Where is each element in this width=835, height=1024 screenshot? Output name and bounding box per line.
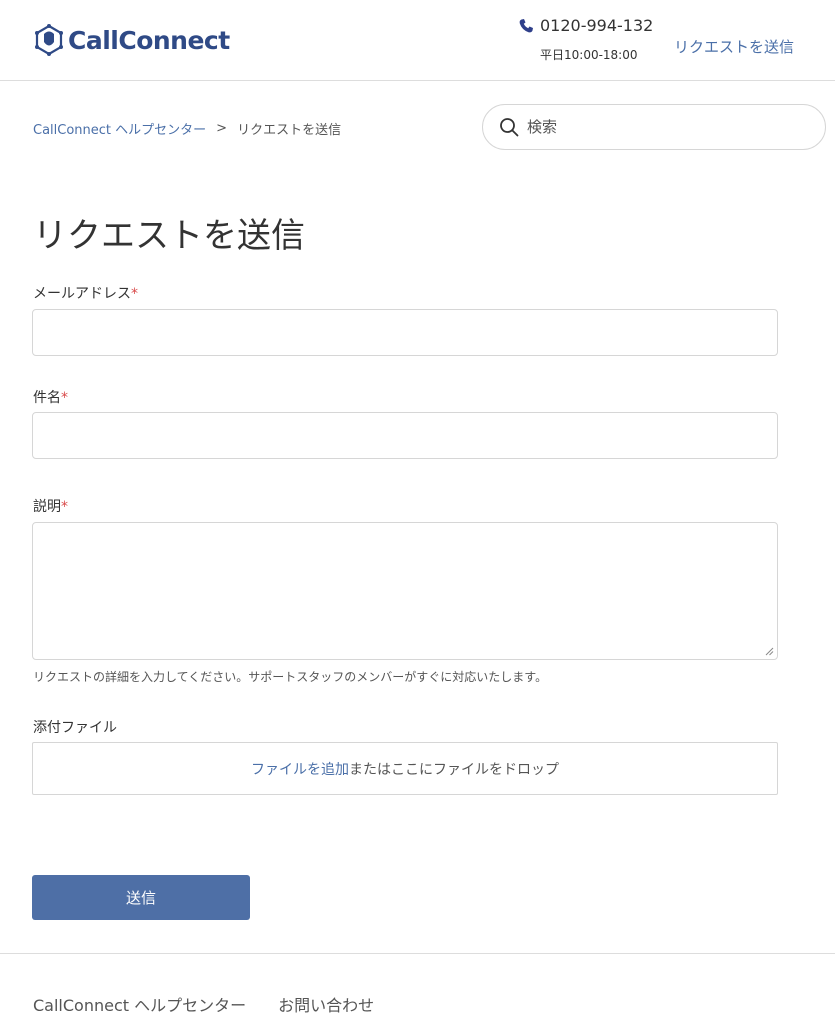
breadcrumb-current: リクエストを送信 bbox=[237, 123, 342, 138]
email-label-text: メールアドレス bbox=[33, 286, 131, 302]
description-hint: リクエストの詳細を入力してください。サポートスタッフのメンバーがすぐに対応いたし… bbox=[33, 670, 548, 684]
submit-request-link[interactable]: リクエストを送信 bbox=[674, 36, 794, 57]
footer-link-contact[interactable]: お問い合わせ bbox=[278, 992, 374, 1016]
dropzone-text: またはここにファイルをドロップ bbox=[349, 761, 559, 778]
search-input[interactable] bbox=[527, 118, 797, 136]
description-label-text: 説明 bbox=[33, 499, 61, 515]
phone-icon bbox=[519, 18, 533, 32]
site-footer: CallConnect ヘルプセンター お問い合わせ bbox=[0, 953, 835, 1024]
footer-link-help-center[interactable]: CallConnect ヘルプセンター bbox=[33, 992, 246, 1016]
file-dropzone[interactable]: ファイルを追加 またはここにファイルをドロップ bbox=[32, 742, 778, 795]
phone-contact: 0120-994-132 bbox=[518, 16, 653, 35]
logo-icon bbox=[35, 24, 63, 56]
page-title: リクエストを送信 bbox=[33, 216, 305, 256]
subject-label-text: 件名 bbox=[33, 390, 61, 406]
subject-label: 件名* bbox=[33, 387, 68, 407]
description-field-wrapper bbox=[32, 522, 778, 660]
add-file-link[interactable]: ファイルを追加 bbox=[251, 759, 349, 779]
attachment-label: 添付ファイル bbox=[33, 720, 117, 736]
description-label: 説明* bbox=[33, 496, 68, 516]
resize-handle-icon[interactable] bbox=[764, 646, 774, 656]
required-mark: * bbox=[131, 286, 138, 302]
page: CallConnect 0120-994-132 平日10:00-18:00 リ… bbox=[0, 0, 835, 1024]
footer-links: CallConnect ヘルプセンター お問い合わせ bbox=[33, 992, 406, 1016]
subject-field[interactable] bbox=[33, 413, 777, 458]
phone-number: 0120-994-132 bbox=[540, 16, 654, 35]
email-field[interactable] bbox=[33, 310, 777, 355]
search-icon bbox=[500, 118, 519, 137]
breadcrumb-home-link[interactable]: CallConnect ヘルプセンター bbox=[33, 119, 206, 138]
email-field-wrapper bbox=[32, 309, 778, 356]
required-mark: * bbox=[61, 390, 68, 406]
site-header: CallConnect 0120-994-132 平日10:00-18:00 リ… bbox=[0, 0, 835, 81]
required-mark: * bbox=[61, 499, 68, 515]
search-box[interactable] bbox=[482, 104, 826, 150]
breadcrumb: CallConnect ヘルプセンター > リクエストを送信 bbox=[33, 119, 341, 138]
logo-text: CallConnect bbox=[68, 25, 230, 55]
submit-button[interactable]: 送信 bbox=[32, 875, 250, 920]
business-hours: 平日10:00-18:00 bbox=[540, 48, 638, 62]
email-label: メールアドレス* bbox=[33, 283, 138, 303]
description-textarea[interactable] bbox=[33, 523, 777, 659]
breadcrumb-separator: > bbox=[216, 121, 228, 136]
logo-link[interactable]: CallConnect bbox=[32, 20, 230, 60]
subject-field-wrapper bbox=[32, 412, 778, 459]
